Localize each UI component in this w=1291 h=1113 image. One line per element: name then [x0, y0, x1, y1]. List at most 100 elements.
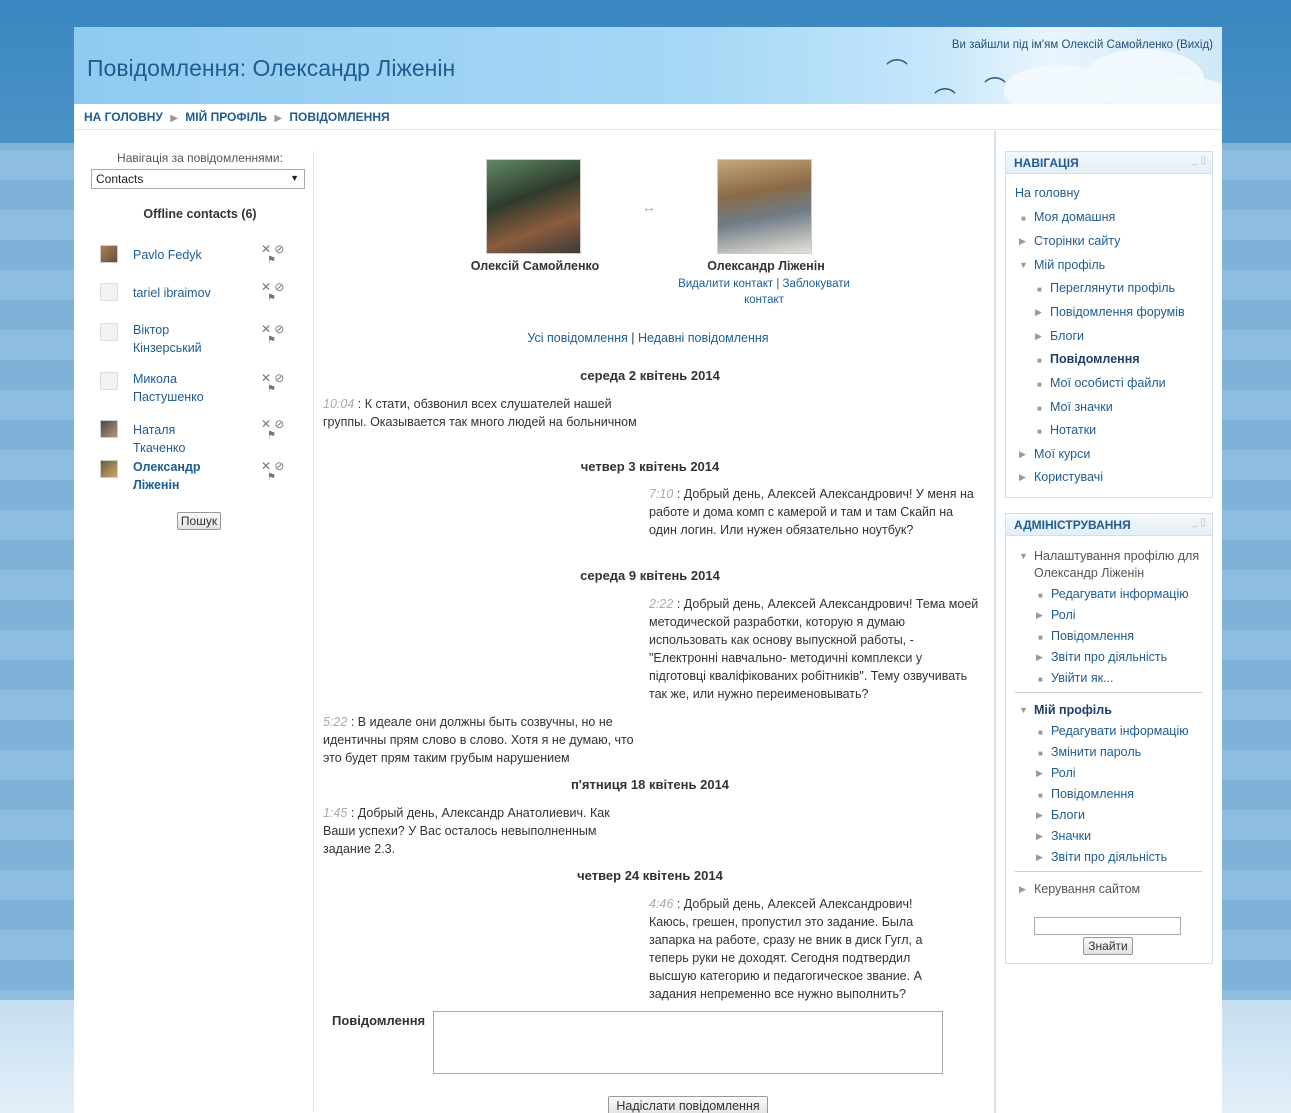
- contact-name-link[interactable]: Pavlo Fedyk: [133, 246, 228, 264]
- admin-item-blogs[interactable]: ▶ Блоги: [1036, 808, 1085, 822]
- expand-arrow-icon: ▶: [1036, 768, 1043, 778]
- block-contact-icon[interactable]: ⊘: [274, 459, 284, 473]
- admin-item-roles[interactable]: ▶ Ролі: [1036, 608, 1076, 622]
- contact-avatar: [100, 460, 118, 478]
- block-contact-icon[interactable]: ⊘: [274, 322, 284, 336]
- message-text: Добрый день, Алексей Александрович! У ме…: [649, 487, 974, 537]
- send-message-button[interactable]: Надіслати повідомлення: [608, 1096, 768, 1113]
- login-user-link[interactable]: Олексій Самойленко: [1061, 39, 1173, 51]
- admin-item-activity-reports[interactable]: ▶ Звіти про діяльність: [1036, 650, 1167, 664]
- breadcrumb-messages[interactable]: ПОВІДОМЛЕННЯ: [289, 110, 389, 124]
- block-contact-icon[interactable]: ⊘: [274, 371, 284, 385]
- message-textarea[interactable]: [433, 1011, 943, 1074]
- contact-name-link[interactable]: Микола Пастушенко: [133, 370, 228, 406]
- search-button[interactable]: Пошук: [177, 512, 221, 530]
- block-controls-icon[interactable]: _ ▯: [1192, 517, 1206, 528]
- remove-contact-icon[interactable]: ✕: [261, 280, 271, 294]
- nav-item-view-profile[interactable]: ■ Переглянути профіль: [1037, 281, 1175, 295]
- bird-icon: ⌒: [886, 58, 909, 83]
- breadcrumb-profile[interactable]: МІЙ ПРОФІЛЬ: [185, 110, 267, 124]
- bullet-icon: ■: [1038, 591, 1043, 600]
- block-contact-icon[interactable]: ⊘: [274, 242, 284, 256]
- remove-contact-icon[interactable]: ✕: [261, 322, 271, 336]
- contact-name-link[interactable]: Наталя Ткаченко: [133, 421, 228, 457]
- contact-actions-links: Видалити контакт | Заблокувати контакт: [678, 278, 850, 306]
- contact-actions: ✕ ⊘ ⚑: [261, 243, 291, 267]
- admin-item-messages[interactable]: ■ Повідомлення: [1038, 629, 1134, 643]
- message-history-icon[interactable]: ⚑: [267, 293, 291, 305]
- message-history-icon[interactable]: ⚑: [267, 430, 291, 442]
- admin-search-input[interactable]: [1034, 917, 1181, 935]
- message-item: 2:22 : Добрый день, Алексей Александрови…: [649, 597, 979, 701]
- message-history-icon[interactable]: ⚑: [267, 384, 291, 396]
- nav-item-badges[interactable]: ■ Мої значки: [1037, 400, 1113, 414]
- breadcrumb-home[interactable]: НА ГОЛОВНУ: [84, 110, 163, 124]
- admin-item-edit-info-2[interactable]: ■ Редагувати інформацію: [1038, 724, 1189, 738]
- admin-item-edit-info[interactable]: ■ Редагувати інформацію: [1038, 587, 1189, 601]
- nav-item-private-files[interactable]: ■ Мої особисті файли: [1037, 376, 1166, 390]
- message-history-icon[interactable]: ⚑: [267, 255, 291, 267]
- contact-name-link[interactable]: tariel ibraimov: [133, 284, 228, 302]
- admin-item-messages-2[interactable]: ■ Повідомлення: [1038, 787, 1134, 801]
- contact-avatar: [100, 372, 118, 390]
- bullet-icon: ■: [1037, 427, 1042, 436]
- nav-item-site-pages[interactable]: ▶ Сторінки сайту: [1019, 234, 1120, 248]
- nav-item-blogs[interactable]: ▶ Блоги: [1035, 329, 1084, 343]
- admin-separator: [1015, 692, 1202, 693]
- block-contact-icon[interactable]: ⊘: [274, 280, 284, 294]
- nav-item-notes[interactable]: ■ Нотатки: [1037, 423, 1096, 437]
- nav-item-dashboard[interactable]: ■ Моя домашня: [1021, 210, 1115, 224]
- message-time: 2:22: [649, 597, 674, 611]
- admin-site-administration[interactable]: ▶ Керування сайтом: [1019, 882, 1140, 896]
- bullet-icon: ■: [1037, 404, 1042, 413]
- admin-item-login-as[interactable]: ■ Увійти як...: [1038, 671, 1113, 685]
- contact-actions: ✕ ⊘ ⚑: [261, 372, 291, 396]
- nav-item-messages-active[interactable]: ■ Повідомлення: [1037, 352, 1140, 366]
- dropdown-arrow-icon: ▼: [290, 173, 299, 183]
- remove-contact-icon[interactable]: ✕: [261, 371, 271, 385]
- message-time: 4:46: [649, 897, 674, 911]
- bullet-icon: ■: [1037, 380, 1042, 389]
- remove-contact-icon[interactable]: ✕: [261, 242, 271, 256]
- block-contact-icon[interactable]: ⊘: [274, 417, 284, 431]
- remove-contact-icon[interactable]: ✕: [261, 417, 271, 431]
- navigation-select[interactable]: Contacts ▼: [91, 169, 305, 189]
- nav-home-link[interactable]: На головну: [1015, 186, 1080, 200]
- admin-item-roles-2[interactable]: ▶ Ролі: [1036, 766, 1076, 780]
- all-messages-link[interactable]: Усі повідомлення: [527, 331, 627, 345]
- block-controls-icon[interactable]: _ ▯: [1192, 155, 1206, 166]
- message-item: 4:46 : Добрый день, Алексей Александрови…: [649, 897, 923, 1001]
- message-filter-links: Усі повідомлення | Недавні повідомлення: [527, 331, 769, 345]
- remove-contact-link[interactable]: Видалити контакт: [678, 278, 773, 290]
- admin-my-profile[interactable]: ▼ Мій профіль: [1019, 703, 1112, 717]
- contact-name-link[interactable]: Олександр Ліженін: [133, 458, 228, 494]
- message-text: В идеале они должны быть созвучны, но не…: [323, 715, 634, 765]
- admin-item-badges[interactable]: ▶ Значки: [1036, 829, 1091, 843]
- recent-messages-link[interactable]: Недавні повідомлення: [638, 331, 769, 345]
- breadcrumb-separator-icon: ▶: [170, 113, 178, 124]
- collapse-arrow-icon: ▼: [1019, 260, 1028, 270]
- page: ⌒ ⌒ ⌒ Повідомлення: Олександр Ліженін Ви…: [74, 27, 1222, 1113]
- nav-item-my-profile[interactable]: ▼ Мій профіль: [1019, 258, 1105, 272]
- navigation-label: Навігація за повідомленнями:: [117, 151, 283, 165]
- remove-contact-icon[interactable]: ✕: [261, 459, 271, 473]
- message-history-icon[interactable]: ⚑: [267, 472, 291, 484]
- contact-actions: ✕ ⊘ ⚑: [261, 418, 291, 442]
- find-button[interactable]: Знайти: [1083, 937, 1133, 955]
- nav-item-my-courses[interactable]: ▶ Мої курси: [1019, 447, 1090, 461]
- my-name: Олексій Самойленко: [470, 259, 600, 273]
- logout-link[interactable]: (Вихід): [1176, 39, 1213, 51]
- message-history-icon[interactable]: ⚑: [267, 335, 291, 347]
- contact-name-link[interactable]: Віктор Кінзерський: [133, 321, 228, 357]
- bullet-icon: ■: [1038, 791, 1043, 800]
- admin-item-activity-reports-2[interactable]: ▶ Звіти про діяльність: [1036, 850, 1167, 864]
- admin-item-change-password[interactable]: ■ Змінити пароль: [1038, 745, 1141, 759]
- nav-item-users[interactable]: ▶ Користувачі: [1019, 470, 1103, 484]
- message-label: Повідомлення: [332, 1013, 426, 1028]
- bullet-icon: ■: [1038, 728, 1043, 737]
- admin-profile-settings[interactable]: ▼ Налаштування профілю для Олександр Ліже…: [1019, 548, 1204, 582]
- message-text: Добрый день, Александр Анатолиевич. Как …: [323, 806, 610, 856]
- exchange-arrows-icon: ↔: [642, 199, 656, 215]
- collapse-arrow-icon: ▼: [1019, 705, 1028, 715]
- nav-item-forum-posts[interactable]: ▶ Повідомлення форумів: [1035, 305, 1185, 319]
